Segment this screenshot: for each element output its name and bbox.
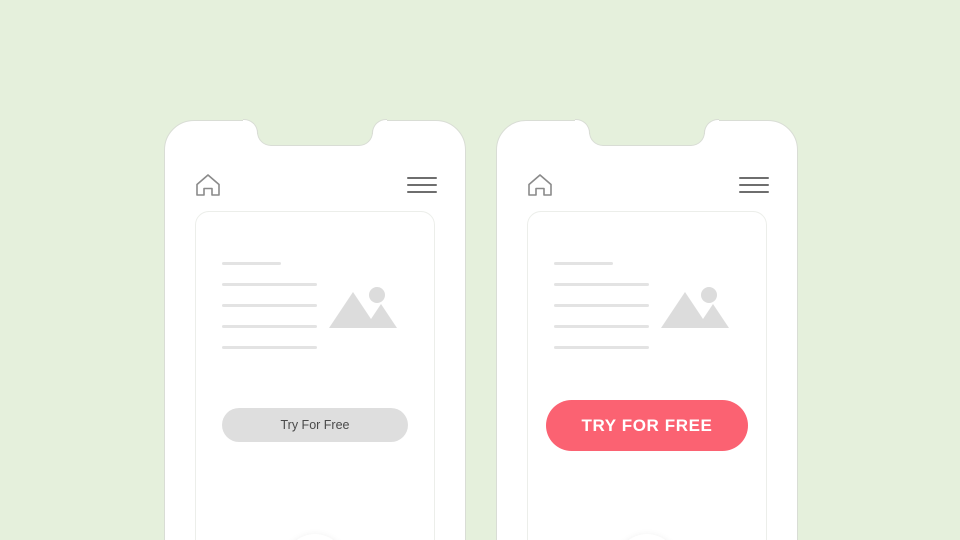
phone-mockup-good-example: TRY FOR FREE [496, 119, 798, 540]
menu-bar [407, 191, 437, 193]
app-header-good [497, 161, 797, 209]
status-badge-check [616, 534, 678, 540]
status-badge-cross [284, 534, 346, 540]
image-placeholder-icon [317, 260, 408, 332]
placeholder-line [222, 346, 317, 349]
card-body [554, 260, 740, 349]
menu-bar [407, 184, 437, 186]
card-content-row [554, 260, 740, 349]
hamburger-menu-icon[interactable] [407, 177, 437, 193]
placeholder-line [222, 283, 317, 286]
phone-notch [243, 119, 387, 146]
menu-bar [739, 177, 769, 179]
phone-notch [575, 119, 719, 146]
menu-bar [407, 177, 437, 179]
menu-bar [739, 191, 769, 193]
placeholder-text-block [222, 260, 317, 349]
placeholder-line [554, 283, 649, 286]
placeholder-line [554, 304, 649, 307]
card-content-row [222, 260, 408, 349]
placeholder-line [554, 262, 613, 265]
home-icon[interactable] [193, 171, 223, 199]
try-for-free-button-good[interactable]: TRY FOR FREE [546, 400, 748, 451]
comparison-stage: Try For Free TRY FOR FREE [0, 0, 960, 540]
placeholder-line [222, 304, 317, 307]
placeholder-line [554, 325, 649, 328]
app-header-bad [165, 161, 465, 209]
try-for-free-button-bad[interactable]: Try For Free [222, 408, 408, 442]
content-card-bad: Try For Free [195, 211, 435, 540]
content-card-good: TRY FOR FREE [527, 211, 767, 540]
placeholder-line [222, 262, 281, 265]
placeholder-line [222, 325, 317, 328]
placeholder-text-block [554, 260, 649, 349]
placeholder-line [554, 346, 649, 349]
phone-mockup-bad-example: Try For Free [164, 119, 466, 540]
hamburger-menu-icon[interactable] [739, 177, 769, 193]
image-placeholder-icon [649, 260, 740, 332]
card-body [222, 260, 408, 349]
home-icon[interactable] [525, 171, 555, 199]
menu-bar [739, 184, 769, 186]
